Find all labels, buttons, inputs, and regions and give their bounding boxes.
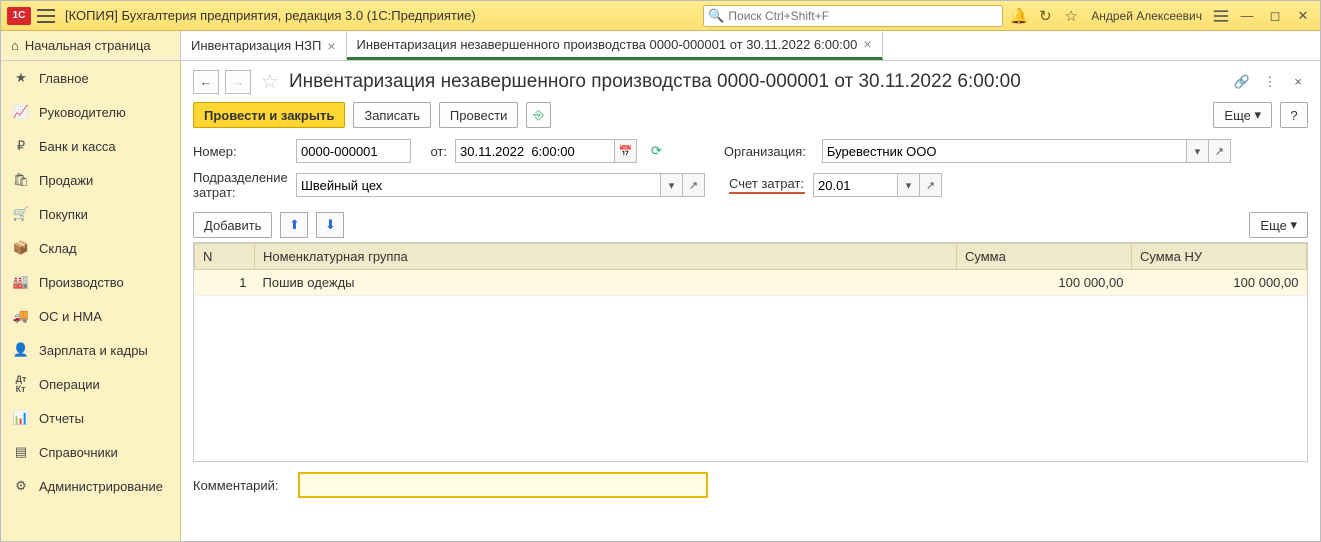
sidebar-item-manager[interactable]: 📈Руководителю: [1, 95, 180, 129]
sidebar-item-hr[interactable]: 👤Зарплата и кадры: [1, 333, 180, 367]
sidebar-item-main[interactable]: ★Главное: [1, 61, 180, 95]
dept-field[interactable]: [296, 173, 661, 197]
book-icon: ▤: [13, 444, 29, 460]
org-field[interactable]: [822, 139, 1187, 163]
sidebar-item-reports[interactable]: 📊Отчеты: [1, 401, 180, 435]
sidebar-item-production[interactable]: 🏭Производство: [1, 265, 180, 299]
table-row[interactable]: 1 Пошив одежды 100 000,00 100 000,00: [195, 270, 1307, 296]
factory-icon: 🏭: [13, 274, 29, 290]
add-row-button[interactable]: Добавить: [193, 212, 272, 238]
home-tab[interactable]: ⌂ Начальная страница: [1, 31, 181, 60]
global-search[interactable]: 🔍: [703, 5, 1003, 27]
cart-icon: 🛒: [13, 206, 29, 222]
bag-icon: 🛍: [13, 172, 29, 188]
sidebar-item-catalogs[interactable]: ▤Справочники: [1, 435, 180, 469]
user-menu-icon[interactable]: [1214, 10, 1228, 21]
refresh-icon[interactable]: ⟳: [645, 138, 668, 164]
sidebar-item-sales[interactable]: 🛍Продажи: [1, 163, 180, 197]
person-icon: 👤: [13, 342, 29, 358]
sidebar-item-purchases[interactable]: 🛒Покупки: [1, 197, 180, 231]
tab-label: Инвентаризация НЗП: [191, 38, 321, 53]
search-icon: 🔍: [708, 8, 724, 24]
move-up-button[interactable]: ⬆: [280, 212, 308, 238]
tab-inventory-doc[interactable]: Инвентаризация незавершенного производст…: [347, 31, 883, 60]
account-label[interactable]: Счет затрат:: [729, 176, 805, 194]
col-sum-nu[interactable]: Сумма НУ: [1132, 244, 1307, 270]
search-input[interactable]: [728, 9, 998, 23]
number-field[interactable]: [296, 139, 411, 163]
col-group[interactable]: Номенклатурная группа: [255, 244, 957, 270]
more-button[interactable]: Еще ▾: [1213, 102, 1272, 128]
logo-1c: 1C: [7, 7, 31, 25]
close-doc-icon[interactable]: ×: [1288, 72, 1308, 92]
move-down-button[interactable]: ⬇: [316, 212, 344, 238]
maximize-button[interactable]: ◻: [1264, 5, 1286, 27]
bell-icon[interactable]: 🔔: [1009, 6, 1029, 26]
col-n[interactable]: N: [195, 244, 255, 270]
help-button[interactable]: ?: [1280, 102, 1308, 128]
star-icon[interactable]: ☆: [1061, 6, 1081, 26]
close-icon[interactable]: ×: [327, 38, 335, 54]
forward-button[interactable]: →: [225, 70, 251, 94]
home-tab-label: Начальная страница: [25, 38, 151, 53]
rows-table[interactable]: N Номенклатурная группа Сумма Сумма НУ 1…: [194, 243, 1307, 296]
bars-icon: 📊: [13, 410, 29, 426]
calendar-icon[interactable]: 📅: [615, 139, 637, 163]
ruble-icon: ₽: [13, 138, 29, 154]
dept-label: Подразделениезатрат:: [193, 170, 288, 200]
post-button[interactable]: Провести: [439, 102, 519, 128]
document-title: Инвентаризация незавершенного производст…: [289, 71, 1021, 93]
sidebar-item-warehouse[interactable]: 📦Склад: [1, 231, 180, 265]
history-icon[interactable]: ↻: [1035, 6, 1055, 26]
account-field[interactable]: [813, 173, 898, 197]
sidebar-item-assets[interactable]: 🚚ОС и НМА: [1, 299, 180, 333]
date-field[interactable]: [455, 139, 615, 163]
box-icon: 📦: [13, 240, 29, 256]
sidebar: ★Главное 📈Руководителю ₽Банк и касса 🛍Пр…: [1, 61, 181, 541]
sidebar-item-operations[interactable]: ДтКтОперации: [1, 367, 180, 401]
open-icon[interactable]: ↗: [1209, 139, 1231, 163]
close-icon[interactable]: ×: [863, 36, 871, 52]
dropdown-icon[interactable]: ▾: [898, 173, 920, 197]
write-button[interactable]: Записать: [353, 102, 431, 128]
comment-label: Комментарий:: [193, 478, 288, 493]
gear-icon: ⚙: [13, 478, 29, 494]
close-window-button[interactable]: ✕: [1292, 5, 1314, 27]
favorite-toggle[interactable]: ☆: [261, 69, 279, 94]
open-icon[interactable]: ↗: [920, 173, 942, 197]
number-label: Номер:: [193, 144, 288, 159]
table-more-button[interactable]: Еще ▾: [1249, 212, 1308, 238]
username[interactable]: Андрей Алексеевич: [1091, 9, 1202, 23]
kebab-icon[interactable]: ⋮: [1260, 72, 1280, 92]
dtkt-icon: ДтКт: [13, 376, 29, 392]
home-icon: ⌂: [11, 38, 19, 53]
post-close-button[interactable]: Провести и закрыть: [193, 102, 345, 128]
back-button[interactable]: ←: [193, 70, 219, 94]
comment-field[interactable]: [298, 472, 708, 498]
dropdown-icon[interactable]: ▾: [661, 173, 683, 197]
tab-inventory-list[interactable]: Инвентаризация НЗП ×: [181, 31, 347, 60]
tab-label: Инвентаризация незавершенного производст…: [357, 37, 858, 52]
sidebar-item-bank[interactable]: ₽Банк и касса: [1, 129, 180, 163]
dtkt-button[interactable]: ⎆: [526, 102, 550, 128]
open-icon[interactable]: ↗: [683, 173, 705, 197]
truck-icon: 🚚: [13, 308, 29, 324]
dropdown-icon[interactable]: ▾: [1187, 139, 1209, 163]
app-title: [КОПИЯ] Бухгалтерия предприятия, редакци…: [65, 8, 476, 23]
sidebar-item-admin[interactable]: ⚙Администрирование: [1, 469, 180, 503]
org-label: Организация:: [724, 144, 814, 159]
chart-icon: 📈: [13, 104, 29, 120]
col-sum[interactable]: Сумма: [957, 244, 1132, 270]
star-icon: ★: [13, 70, 29, 86]
link-icon[interactable]: 🔗: [1232, 72, 1252, 92]
date-label: от:: [419, 144, 447, 159]
minimize-button[interactable]: —: [1236, 5, 1258, 27]
burger-menu-icon[interactable]: [37, 9, 55, 23]
